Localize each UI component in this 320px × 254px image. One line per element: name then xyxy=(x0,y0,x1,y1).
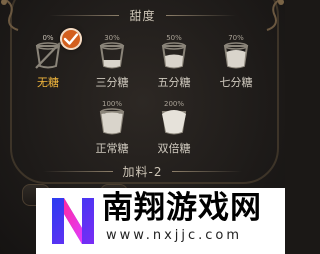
option-label: 双倍糖 xyxy=(157,142,191,155)
header-divider-right xyxy=(172,170,243,172)
sweetness-option-1[interactable]: 30% 三分糖 xyxy=(88,34,136,92)
sugar-cup-icon xyxy=(161,110,187,135)
watermark-banner: 南翔游戏网 www.nxjjc.com xyxy=(36,188,285,254)
selected-check-icon xyxy=(60,28,82,50)
header-divider-left xyxy=(49,14,120,16)
option-label: 正常糖 xyxy=(95,142,129,155)
sweetness-option-2[interactable]: 50% 五分糖 xyxy=(150,34,198,92)
sweetness-panel: 甜度 0% 无糖 30% 三分糖 50% 五分糖 70% 七分糖 100% 正常… xyxy=(0,0,285,254)
sweetness-option-5[interactable]: 200% 双倍糖 xyxy=(150,100,198,158)
watermark-title: 南翔游戏网 xyxy=(102,190,262,226)
sugar-cup-icon xyxy=(99,108,125,135)
sweetness-option-3[interactable]: 70% 七分糖 xyxy=(212,34,260,92)
sugar-cup-icon xyxy=(223,42,249,69)
watermark-logo-icon xyxy=(52,198,94,244)
panel-frame xyxy=(10,0,279,184)
sugar-cup-icon xyxy=(161,42,187,69)
sweetness-header: 甜度 xyxy=(0,6,285,24)
sweetness-title: 甜度 xyxy=(129,8,156,23)
option-label: 五分糖 xyxy=(157,76,191,89)
toppings-title: 加料-2 xyxy=(122,164,163,179)
sugar-cup-icon xyxy=(99,42,125,69)
toppings-header: 加料-2 xyxy=(0,162,285,180)
watermark-url: www.nxjjc.com xyxy=(106,228,243,243)
option-label: 七分糖 xyxy=(219,76,253,89)
option-label: 无糖 xyxy=(37,76,59,89)
header-divider-right xyxy=(165,14,236,16)
option-label: 三分糖 xyxy=(95,76,129,89)
header-divider-left xyxy=(42,170,113,172)
sweetness-option-0[interactable]: 0% 无糖 xyxy=(24,28,82,92)
sweetness-option-4[interactable]: 100% 正常糖 xyxy=(88,100,136,158)
